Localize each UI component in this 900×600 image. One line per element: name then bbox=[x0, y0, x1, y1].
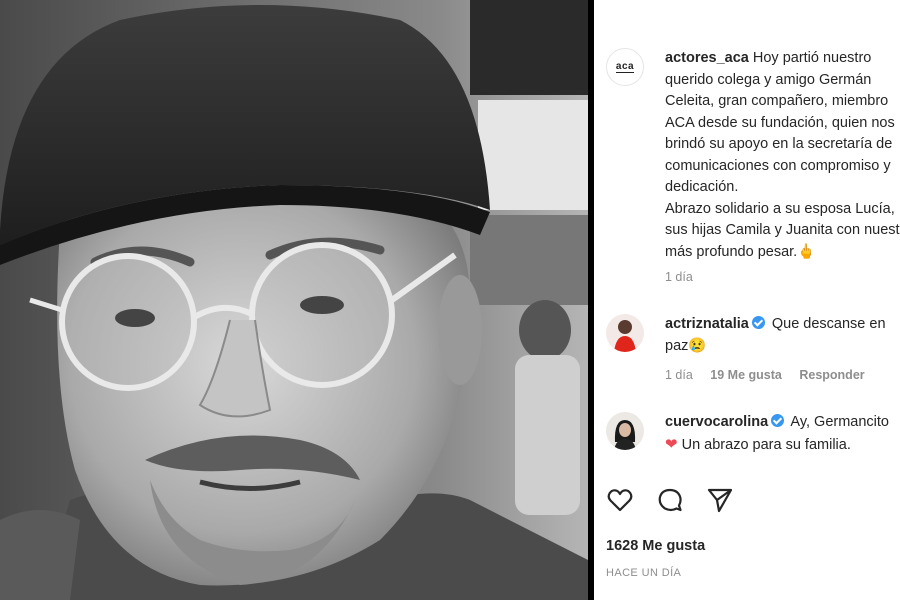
caption-line: Hoy partió nuestro bbox=[752, 50, 872, 66]
avatar-actores-aca[interactable]: aca bbox=[606, 48, 644, 86]
action-bar bbox=[606, 486, 734, 514]
comment-body: Ay, Germancito bbox=[790, 414, 889, 430]
comment-text: actriznatalia Que descanse en paz😢 bbox=[665, 314, 900, 357]
avatar-logo-text: aca bbox=[615, 61, 635, 73]
caption-line: más profundo pesar.🖕 bbox=[665, 243, 816, 260]
caption-line: ACA desde su fundación, quien nos bbox=[665, 114, 895, 131]
likes-count[interactable]: 1628 Me gusta bbox=[606, 538, 705, 554]
comment-username[interactable]: cuervocarolina bbox=[665, 414, 768, 430]
comment-username[interactable]: actriznatalia bbox=[665, 316, 749, 332]
heart-outline-icon[interactable] bbox=[606, 486, 634, 514]
comment-icon[interactable] bbox=[656, 486, 684, 514]
post-photo bbox=[0, 0, 588, 600]
caption-line: brindó su apoyo en la secretaría de bbox=[665, 136, 893, 152]
caption-username[interactable]: actores_aca bbox=[665, 50, 749, 66]
post-panel: aca actores_aca Hoy partió nuestro queri… bbox=[594, 0, 900, 600]
post-timestamp: HACE UN DÍA bbox=[606, 567, 682, 579]
caption-line: Celeita, gran compañero, miembro bbox=[665, 93, 889, 109]
comment-time[interactable]: 1 día bbox=[665, 368, 693, 382]
comment-body: Un abrazo para su familia. bbox=[681, 436, 851, 453]
caption-line: querido colega y amigo Germán bbox=[665, 71, 872, 88]
comment: actriznatalia Que descanse en paz😢 bbox=[606, 314, 900, 357]
comment-body: paz😢 bbox=[665, 337, 707, 354]
comment-text: cuervocarolina Ay, Germancito ❤ Un abraz… bbox=[665, 412, 900, 456]
caption-line: comunicaciones con compromiso y bbox=[665, 157, 891, 174]
caption-meta: 1 día bbox=[665, 270, 707, 284]
verified-badge-icon bbox=[771, 414, 785, 427]
caption-text: actores_aca Hoy partió nuestro querido c… bbox=[665, 48, 900, 263]
reply-button[interactable]: Responder bbox=[799, 368, 864, 382]
portrait-image bbox=[0, 0, 588, 600]
comment-meta: 1 día 19 Me gusta Responder bbox=[665, 368, 879, 382]
caption-line: Abrazo solidario a su esposa Lucía, bbox=[665, 200, 895, 217]
comment-likes[interactable]: 19 Me gusta bbox=[710, 368, 782, 382]
comment-body: Que descanse en bbox=[771, 316, 886, 332]
caption-line: sus hijas Camila y Juanita con nuestro bbox=[665, 222, 900, 238]
caption: aca actores_aca Hoy partió nuestro queri… bbox=[606, 48, 900, 263]
caption-time[interactable]: 1 día bbox=[665, 270, 693, 284]
user-photo-icon bbox=[614, 320, 636, 352]
avatar-cuervocarolina[interactable] bbox=[606, 412, 644, 450]
user-photo-icon bbox=[614, 420, 636, 450]
caption-line: dedicación. bbox=[665, 179, 739, 195]
avatar-actriznatalia[interactable] bbox=[606, 314, 644, 352]
comment: cuervocarolina Ay, Germancito ❤ Un abraz… bbox=[606, 412, 900, 456]
verified-badge-icon bbox=[751, 316, 765, 329]
share-icon[interactable] bbox=[706, 486, 734, 514]
red-heart-icon: ❤ bbox=[665, 435, 678, 453]
